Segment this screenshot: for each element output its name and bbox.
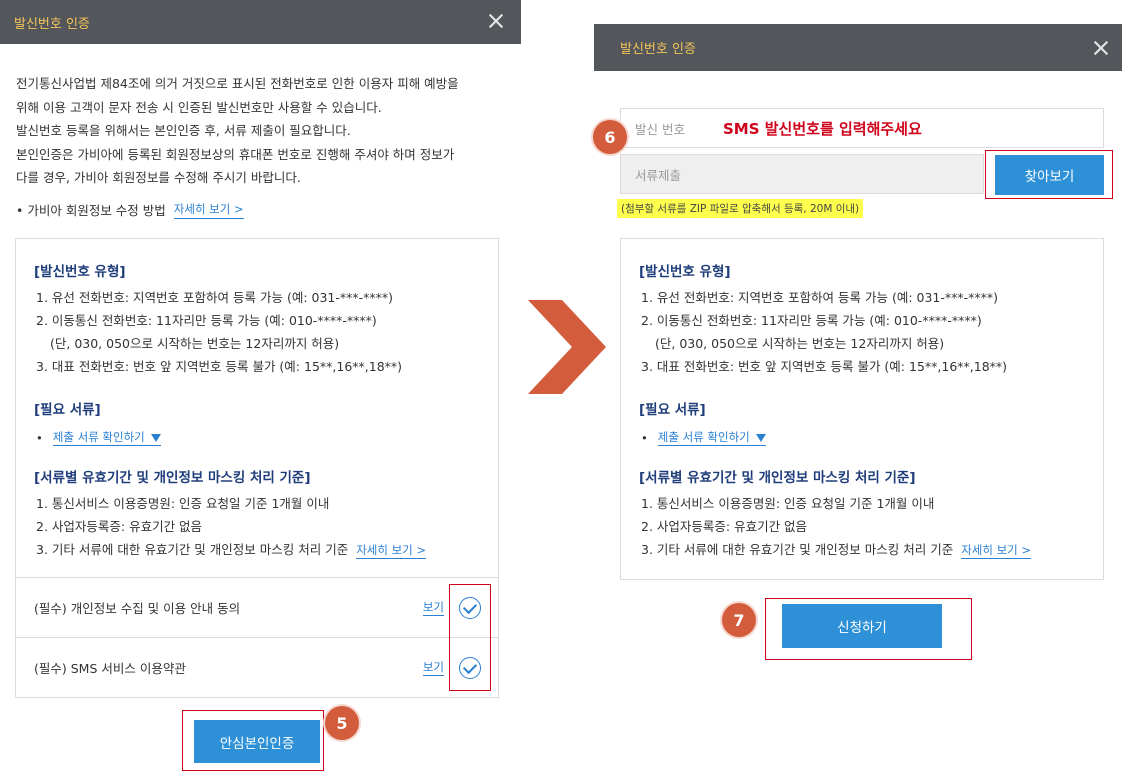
validity-line-text: 3. 기타 서류에 대한 유효기간 및 개인정보 마스킹 처리 기준	[641, 542, 954, 557]
right-close-icon[interactable]	[1092, 39, 1110, 57]
phone-number-field: 발신 번호 SMS 발신번호를 입력해주세요	[620, 108, 1104, 148]
docs-check-link-label: 제출 서류 확인하기	[52, 430, 145, 444]
phone-number-input[interactable]: SMS 발신번호를 입력해주세요	[705, 114, 1045, 142]
validity-line: 2. 사업자등록증: 유효기간 없음	[36, 519, 203, 534]
left-modal-header: 발신번호 인증	[0, 0, 521, 44]
agreement-view-link[interactable]: 보기	[422, 659, 444, 676]
step-badge-6: 6	[593, 120, 627, 154]
left-intro-text: 전기통신사업법 제84조에 의거 거짓으로 표시된 전화번호로 인한 이용자 피…	[16, 72, 459, 190]
agreement-row-sms: (필수) SMS 서비스 이용약관 보기	[16, 637, 498, 697]
right-modal-title: 발신번호 인증	[620, 42, 696, 57]
type-line: 1. 유선 전화번호: 지역번호 포함하여 등록 가능 (예: 031-***-…	[36, 290, 394, 305]
type-line: (단, 030, 050으로 시작하는 번호는 12자리까지 허용)	[50, 336, 340, 351]
type-lines: 1. 유선 전화번호: 지역번호 포함하여 등록 가능 (예: 031-***-…	[641, 286, 1007, 378]
intro-line: 발신번호 등록을 위해서는 본인인증 후, 서류 제출이 필요합니다.	[16, 123, 351, 138]
left-info-box: [발신번호 유형] 1. 유선 전화번호: 지역번호 포함하여 등록 가능 (예…	[15, 238, 499, 698]
validity-line-text: 3. 기타 서류에 대한 유효기간 및 개인정보 마스킹 처리 기준	[36, 542, 349, 557]
validity-line: 3. 기타 서류에 대한 유효기간 및 개인정보 마스킹 처리 기준 자세히 보…	[641, 538, 1032, 562]
agreement-label: (필수) SMS 서비스 이용약관	[34, 661, 186, 676]
docs-bullet: •	[641, 430, 648, 445]
docs-check-link-label: 제출 서류 확인하기	[657, 430, 750, 444]
left-close-icon[interactable]	[487, 12, 505, 30]
docs-toggle: • 제출 서류 확인하기	[36, 429, 162, 446]
highlight-apply-button	[765, 598, 972, 660]
validity-lines: 1. 통신서비스 이용증명원: 인증 요청일 기준 1개월 이내 2. 사업자등…	[641, 492, 1032, 562]
step-badge-7: 7	[722, 603, 756, 637]
validity-line: 3. 기타 서류에 대한 유효기간 및 개인정보 마스킹 처리 기준 자세히 보…	[36, 538, 427, 562]
left-modal-title: 발신번호 인증	[14, 16, 90, 32]
validity-line: 1. 통신서비스 이용증명원: 인증 요청일 기준 1개월 이내	[36, 496, 330, 511]
type-line: 2. 이동통신 전화번호: 11자리만 등록 가능 (예: 010-****-*…	[36, 313, 377, 328]
document-upload-field[interactable]: 서류제출	[620, 154, 984, 194]
intro-line: 전기통신사업법 제84조에 의거 거짓으로 표시된 전화번호로 인한 이용자 피…	[16, 76, 459, 91]
intro-line: 다를 경우, 가비아 회원정보를 수정해 주시기 바랍니다.	[16, 170, 301, 185]
member-info-guide: • 가비아 회원정보 수정 방법 자세히 보기 >	[16, 200, 244, 219]
agreement-label: (필수) 개인정보 수집 및 이용 안내 동의	[34, 601, 241, 616]
agreement-row-privacy: (필수) 개인정보 수집 및 이용 안내 동의 보기	[16, 577, 498, 637]
docs-toggle: • 제출 서류 확인하기	[641, 429, 767, 446]
validity-detail-link[interactable]: 자세히 보기 >	[961, 543, 1032, 559]
section-title-type: [발신번호 유형]	[34, 264, 126, 280]
type-lines: 1. 유선 전화번호: 지역번호 포함하여 등록 가능 (예: 031-***-…	[36, 286, 402, 378]
docs-check-link[interactable]: 제출 서류 확인하기	[52, 429, 162, 446]
section-title-docs: [필요 서류]	[639, 402, 706, 418]
type-line: 1. 유선 전화번호: 지역번호 포함하여 등록 가능 (예: 031-***-…	[641, 290, 999, 305]
phone-number-label: 발신 번호	[635, 121, 685, 137]
type-line: 3. 대표 전화번호: 번호 앞 지역번호 등록 불가 (예: 15**,16*…	[36, 359, 403, 374]
validity-detail-link[interactable]: 자세히 보기 >	[356, 543, 427, 559]
section-title-validity: [서류별 유효기간 및 개인정보 마스킹 처리 기준]	[34, 470, 311, 486]
section-title-type: [발신번호 유형]	[639, 264, 731, 280]
type-line: (단, 030, 050으로 시작하는 번호는 12자리까지 허용)	[655, 336, 945, 351]
agreement-view-link[interactable]: 보기	[422, 599, 444, 616]
highlight-browse-button	[985, 150, 1113, 199]
document-upload-placeholder: 서류제출	[635, 167, 682, 183]
validity-line: 1. 통신서비스 이용증명원: 인증 요청일 기준 1개월 이내	[641, 496, 935, 511]
right-modal-header: 발신번호 인증	[594, 24, 1122, 71]
guide-detail-link[interactable]: 자세히 보기 >	[173, 201, 244, 219]
validity-lines: 1. 통신서비스 이용증명원: 인증 요청일 기준 1개월 이내 2. 사업자등…	[36, 492, 427, 562]
highlight-checkboxes	[449, 584, 491, 691]
section-title-docs: [필요 서류]	[34, 402, 101, 418]
guide-bullet-text: • 가비아 회원정보 수정 방법	[16, 203, 166, 218]
intro-line: 본인인증은 가비아에 등록된 회원정보상의 휴대폰 번호로 진행해 주셔야 하며…	[16, 146, 455, 162]
upload-hint: (첨부할 서류를 ZIP 파일로 압축해서 등록, 20M 이내)	[617, 199, 864, 218]
highlight-verify-button	[182, 710, 324, 771]
docs-check-link[interactable]: 제출 서류 확인하기	[657, 429, 767, 446]
right-info-box: [발신번호 유형] 1. 유선 전화번호: 지역번호 포함하여 등록 가능 (예…	[620, 238, 1104, 580]
intro-line: 위해 이용 고객이 문자 전송 시 인증된 발신번호만 사용할 수 있습니다.	[16, 99, 382, 115]
docs-bullet: •	[36, 430, 43, 445]
validity-line: 2. 사업자등록증: 유효기간 없음	[641, 519, 808, 534]
section-title-validity: [서류별 유효기간 및 개인정보 마스킹 처리 기준]	[639, 470, 916, 486]
step-badge-5: 5	[325, 706, 359, 740]
triangle-down-icon	[756, 433, 767, 442]
type-line: 2. 이동통신 전화번호: 11자리만 등록 가능 (예: 010-****-*…	[641, 313, 982, 328]
type-line: 3. 대표 전화번호: 번호 앞 지역번호 등록 불가 (예: 15**,16*…	[641, 359, 1008, 374]
chevron-right-arrow-icon	[528, 300, 606, 394]
triangle-down-icon	[151, 433, 162, 442]
